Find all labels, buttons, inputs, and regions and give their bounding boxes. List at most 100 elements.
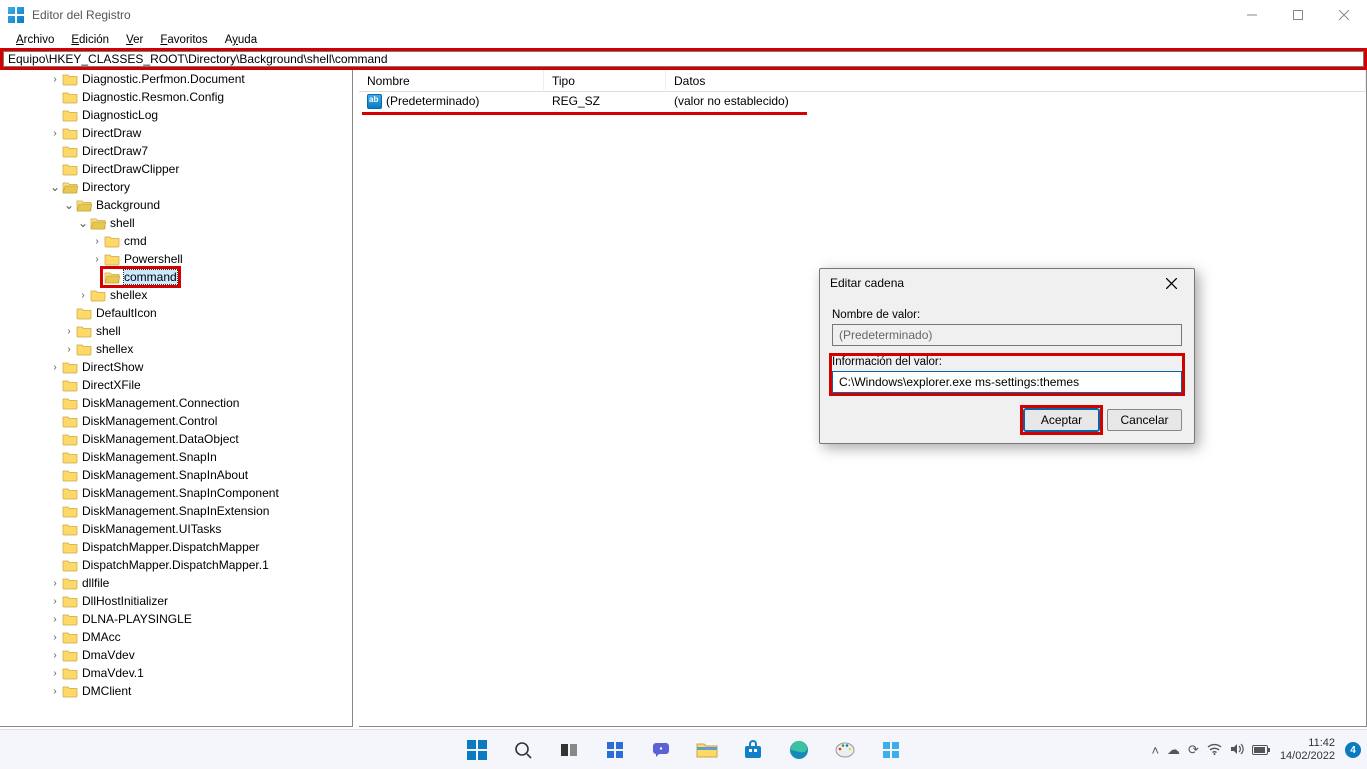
- tree-item[interactable]: ⌄ Directory: [0, 178, 352, 196]
- tree-item[interactable]: ⌄ Background: [0, 196, 352, 214]
- tree-item[interactable]: DiskManagement.SnapIn: [0, 448, 352, 466]
- values-pane[interactable]: Nombre Tipo Datos (Predeterminado) REG_S…: [359, 70, 1367, 727]
- value-row[interactable]: (Predeterminado) REG_SZ (valor no establ…: [359, 92, 1366, 110]
- tree-item-label: DiskManagement.SnapInComponent: [82, 486, 279, 500]
- tree-item[interactable]: › shell: [0, 322, 352, 340]
- tree-item[interactable]: DirectXFile: [0, 376, 352, 394]
- col-type[interactable]: Tipo: [544, 70, 666, 92]
- chevron-up-icon[interactable]: ˄: [1151, 743, 1159, 758]
- close-button[interactable]: [1321, 0, 1367, 30]
- chevron-down-icon[interactable]: ⌄: [62, 201, 76, 209]
- chevron-right-icon[interactable]: ›: [76, 290, 90, 301]
- tree-item[interactable]: DiskManagement.DataObject: [0, 430, 352, 448]
- chevron-right-icon[interactable]: ›: [48, 362, 62, 373]
- tree-item[interactable]: DiskManagement.SnapInAbout: [0, 466, 352, 484]
- tree-item[interactable]: DiskManagement.UITasks: [0, 520, 352, 538]
- tree-item[interactable]: › DirectShow: [0, 358, 352, 376]
- edge-icon[interactable]: [779, 730, 819, 770]
- battery-icon[interactable]: [1252, 743, 1270, 758]
- folder-icon: [62, 522, 78, 536]
- tree-item[interactable]: DiskManagement.SnapInComponent: [0, 484, 352, 502]
- tree-item-label: DiskManagement.DataObject: [82, 432, 239, 446]
- taskbar-clock[interactable]: 11:42 14/02/2022: [1280, 737, 1335, 762]
- notification-badge[interactable]: 4: [1345, 742, 1361, 758]
- tree-item[interactable]: › Diagnostic.Perfmon.Document: [0, 70, 352, 88]
- chevron-right-icon[interactable]: ›: [48, 578, 62, 589]
- chevron-right-icon[interactable]: ›: [90, 236, 104, 247]
- tree-item[interactable]: DiskManagement.SnapInExtension: [0, 502, 352, 520]
- tree-item-label: DiskManagement.SnapInExtension: [82, 504, 269, 518]
- chevron-right-icon[interactable]: ›: [48, 668, 62, 679]
- tree-item[interactable]: ⌄ shell: [0, 214, 352, 232]
- tree-item[interactable]: DiskManagement.Control: [0, 412, 352, 430]
- chevron-right-icon[interactable]: ›: [48, 74, 62, 85]
- col-data[interactable]: Datos: [666, 70, 1366, 92]
- volume-icon[interactable]: [1230, 743, 1244, 758]
- tree-item[interactable]: › shellex: [0, 286, 352, 304]
- chevron-right-icon[interactable]: ›: [62, 326, 76, 337]
- tree-item[interactable]: command: [0, 268, 352, 286]
- folder-icon: [104, 234, 120, 248]
- start-button[interactable]: [457, 730, 497, 770]
- tree-item[interactable]: Diagnostic.Resmon.Config: [0, 88, 352, 106]
- chevron-right-icon[interactable]: ›: [48, 128, 62, 139]
- minimize-button[interactable]: [1229, 0, 1275, 30]
- onedrive-icon[interactable]: ☁: [1167, 742, 1180, 758]
- tree-item[interactable]: › Powershell: [0, 250, 352, 268]
- chevron-right-icon[interactable]: ›: [48, 686, 62, 697]
- tree-item[interactable]: DirectDrawClipper: [0, 160, 352, 178]
- wifi-icon[interactable]: [1207, 743, 1222, 758]
- menu-view[interactable]: Ver: [118, 33, 151, 47]
- store-icon[interactable]: [733, 730, 773, 770]
- value-data-input[interactable]: [832, 371, 1182, 393]
- folder-icon: [62, 486, 78, 500]
- col-name[interactable]: Nombre: [359, 70, 544, 92]
- tree-item[interactable]: DispatchMapper.DispatchMapper: [0, 538, 352, 556]
- tree-item[interactable]: › DLNA-PLAYSINGLE: [0, 610, 352, 628]
- menu-edit[interactable]: Edición: [63, 33, 117, 47]
- tree-item[interactable]: DispatchMapper.DispatchMapper.1: [0, 556, 352, 574]
- chevron-down-icon[interactable]: ⌄: [76, 219, 90, 227]
- maximize-button[interactable]: [1275, 0, 1321, 30]
- tree-item[interactable]: › DmaVdev: [0, 646, 352, 664]
- menu-file[interactable]: Archivo: [8, 33, 62, 47]
- tree-item[interactable]: DiagnosticLog: [0, 106, 352, 124]
- ok-button[interactable]: Aceptar: [1024, 409, 1099, 431]
- regedit-taskbar-icon[interactable]: [871, 730, 911, 770]
- tree-item[interactable]: › DmaVdev.1: [0, 664, 352, 682]
- tree-item[interactable]: DefaultIcon: [0, 304, 352, 322]
- system-tray[interactable]: ˄ ☁ ⟳: [1151, 742, 1270, 758]
- widgets-icon[interactable]: [595, 730, 635, 770]
- explorer-icon[interactable]: [687, 730, 727, 770]
- tree-item[interactable]: › cmd: [0, 232, 352, 250]
- tree-item[interactable]: › shellex: [0, 340, 352, 358]
- menu-favorites[interactable]: Favoritos: [152, 33, 215, 47]
- tree-item[interactable]: › DirectDraw: [0, 124, 352, 142]
- tree-pane[interactable]: › Diagnostic.Perfmon.Document Diagnostic…: [0, 70, 353, 727]
- chat-icon[interactable]: [641, 730, 681, 770]
- search-icon[interactable]: [503, 730, 543, 770]
- chevron-right-icon[interactable]: ›: [62, 344, 76, 355]
- address-input[interactable]: [3, 51, 1364, 67]
- chevron-down-icon[interactable]: ⌄: [48, 183, 62, 191]
- menu-help[interactable]: Ayuda: [217, 33, 265, 47]
- task-view-icon[interactable]: [549, 730, 589, 770]
- chevron-right-icon[interactable]: ›: [48, 596, 62, 607]
- tree-item[interactable]: DirectDraw7: [0, 142, 352, 160]
- chevron-right-icon[interactable]: ›: [48, 632, 62, 643]
- folder-icon: [62, 558, 78, 572]
- paint-icon[interactable]: [825, 730, 865, 770]
- value-name-input[interactable]: [832, 324, 1182, 346]
- tree-item[interactable]: › DMClient: [0, 682, 352, 700]
- tree-item[interactable]: › DMAcc: [0, 628, 352, 646]
- cancel-button[interactable]: Cancelar: [1107, 409, 1182, 431]
- dialog-close-button[interactable]: [1158, 270, 1184, 296]
- tree-item[interactable]: › DllHostInitializer: [0, 592, 352, 610]
- chevron-right-icon[interactable]: ›: [48, 614, 62, 625]
- chevron-right-icon[interactable]: ›: [90, 254, 104, 265]
- tree-item[interactable]: › dllfile: [0, 574, 352, 592]
- folder-icon: [62, 126, 78, 140]
- tree-item[interactable]: DiskManagement.Connection: [0, 394, 352, 412]
- chevron-right-icon[interactable]: ›: [48, 650, 62, 661]
- update-icon[interactable]: ⟳: [1188, 742, 1199, 758]
